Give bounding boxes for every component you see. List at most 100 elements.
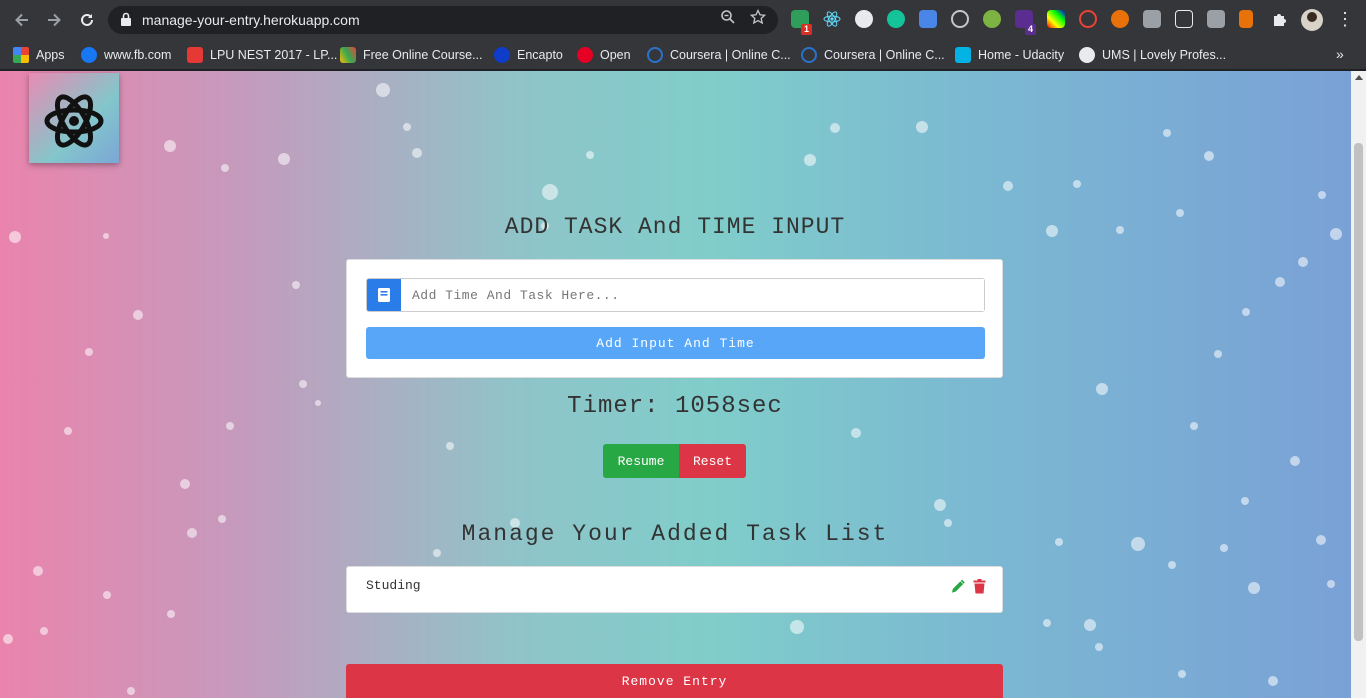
snow-particle — [1073, 180, 1081, 188]
reset-button[interactable]: Reset — [679, 444, 746, 478]
bookmark-fb[interactable]: www.fb.com — [81, 46, 171, 64]
bookmark-coursera-1[interactable]: Coursera | Online C... — [647, 46, 791, 64]
coursera-icon — [647, 47, 663, 63]
bookmark-free-courses[interactable]: Free Online Course... — [340, 46, 483, 64]
timer-controls: Resume Reset — [603, 444, 746, 478]
extension-icon-6[interactable] — [951, 10, 969, 28]
snow-particle — [1095, 643, 1103, 651]
back-arrow-icon[interactable] — [10, 8, 34, 32]
bookmark-encapto[interactable]: Encapto — [494, 46, 563, 64]
apps-grid-icon — [13, 47, 29, 63]
menu-kebab-icon[interactable]: ⋮ — [1336, 9, 1354, 30]
snow-particle — [1168, 561, 1176, 569]
scroll-up-arrow-icon[interactable] — [1355, 75, 1363, 80]
jio-icon — [494, 47, 510, 63]
camera-icon[interactable] — [1143, 10, 1161, 28]
snow-particle — [33, 566, 43, 576]
snow-particle — [1290, 456, 1300, 466]
grammarly-icon[interactable] — [887, 10, 905, 28]
snow-particle — [3, 634, 13, 644]
snow-particle — [916, 121, 928, 133]
lock-icon — [121, 12, 131, 26]
coursera-icon — [801, 47, 817, 63]
bookmark-label: Home - Udacity — [978, 48, 1065, 62]
snow-particle — [164, 140, 176, 152]
snow-particle — [1163, 129, 1171, 137]
page-viewport: ADD TASK And TIME INPUT Add Input And Ti… — [0, 71, 1366, 698]
snow-particle — [586, 151, 594, 159]
address-bar[interactable]: manage-your-entry.herokuapp.com — [108, 6, 778, 34]
edit-pencil-icon[interactable] — [951, 578, 965, 594]
reload-icon[interactable] — [75, 8, 99, 32]
puzzle-extensions-icon[interactable] — [1271, 10, 1289, 28]
snow-particle — [1204, 151, 1214, 161]
delete-trash-icon[interactable] — [972, 578, 986, 594]
atom-logo-icon — [44, 94, 104, 148]
snow-particle — [1003, 181, 1013, 191]
bookmark-apps[interactable]: Apps — [13, 46, 65, 64]
snow-particle — [64, 427, 72, 435]
add-task-heading: ADD TASK And TIME INPUT — [504, 214, 846, 240]
task-input[interactable] — [401, 279, 984, 311]
snow-particle — [1318, 191, 1326, 199]
extension-icon-15[interactable] — [1239, 10, 1253, 28]
snow-particle — [1275, 277, 1285, 287]
snow-particle — [790, 620, 804, 634]
bookmark-label: www.fb.com — [104, 48, 172, 62]
bookmarks-overflow-icon[interactable]: » — [1336, 46, 1344, 62]
snow-particle — [376, 83, 390, 97]
bookmark-ums[interactable]: UMS | Lovely Profes... — [1079, 46, 1226, 64]
snow-particle — [226, 422, 234, 430]
bookmarks-bar: Apps www.fb.com LPU NEST 2017 - LP... Fr… — [0, 40, 1366, 70]
snow-particle — [1298, 257, 1308, 267]
url-text: manage-your-entry.herokuapp.com — [142, 12, 360, 28]
bookmark-lpu-nest[interactable]: LPU NEST 2017 - LP... — [187, 46, 337, 64]
remove-entry-button[interactable]: Remove Entry — [346, 664, 1003, 698]
app-logo[interactable] — [29, 73, 119, 163]
extension-icon-10[interactable] — [1079, 10, 1097, 28]
bookmark-label: LPU NEST 2017 - LP... — [210, 48, 338, 62]
snow-particle — [292, 281, 300, 289]
scroll-thumb[interactable] — [1354, 143, 1363, 641]
snow-particle — [1084, 619, 1096, 631]
extension-icon-11[interactable] — [1111, 10, 1129, 28]
bookmark-label: Encapto — [517, 48, 563, 62]
forward-arrow-icon[interactable] — [42, 8, 66, 32]
timer-display: Timer: 1058sec — [567, 393, 783, 420]
add-input-button[interactable]: Add Input And Time — [366, 327, 985, 359]
profile-avatar[interactable] — [1301, 9, 1323, 31]
task-list-item: Studing — [346, 566, 1003, 613]
add-task-card: Add Input And Time — [346, 259, 1003, 378]
bookmark-label: UMS | Lovely Profes... — [1102, 48, 1227, 62]
snow-particle — [278, 153, 290, 165]
extension-icon-13[interactable] — [1175, 10, 1193, 28]
snow-particle — [133, 310, 143, 320]
extension-badge-count: 1 — [801, 24, 812, 35]
zoom-icon[interactable] — [720, 9, 736, 30]
bookmark-star-icon[interactable] — [749, 8, 767, 30]
snow-particle — [1190, 422, 1198, 430]
task-actions — [951, 578, 986, 594]
manage-list-heading: Manage Your Added Task List — [461, 521, 889, 547]
snow-particle — [1241, 497, 1249, 505]
bookmark-udacity[interactable]: Home - Udacity — [955, 46, 1064, 64]
page-scrollbar[interactable] — [1351, 71, 1366, 698]
color-picker-icon[interactable] — [1047, 10, 1065, 28]
bookmark-coursera-2[interactable]: Coursera | Online C... — [801, 46, 945, 64]
snow-particle — [446, 442, 454, 450]
google-translate-icon[interactable] — [919, 10, 937, 28]
extension-icon-7[interactable] — [983, 10, 1001, 28]
snow-particle — [403, 123, 411, 131]
snow-particle — [433, 549, 441, 557]
extension-icon-3[interactable] — [855, 10, 873, 28]
snow-particle — [1178, 670, 1186, 678]
pinterest-icon — [577, 47, 593, 63]
resume-button[interactable]: Resume — [603, 444, 679, 478]
bookmark-label: Coursera | Online C... — [824, 48, 945, 62]
bookmark-open[interactable]: Open — [577, 46, 631, 64]
task-input-group — [366, 278, 985, 312]
snow-particle — [1327, 580, 1335, 588]
snow-particle — [804, 154, 816, 166]
extension-icon-14[interactable] — [1207, 10, 1225, 28]
react-devtools-icon[interactable] — [823, 10, 841, 28]
